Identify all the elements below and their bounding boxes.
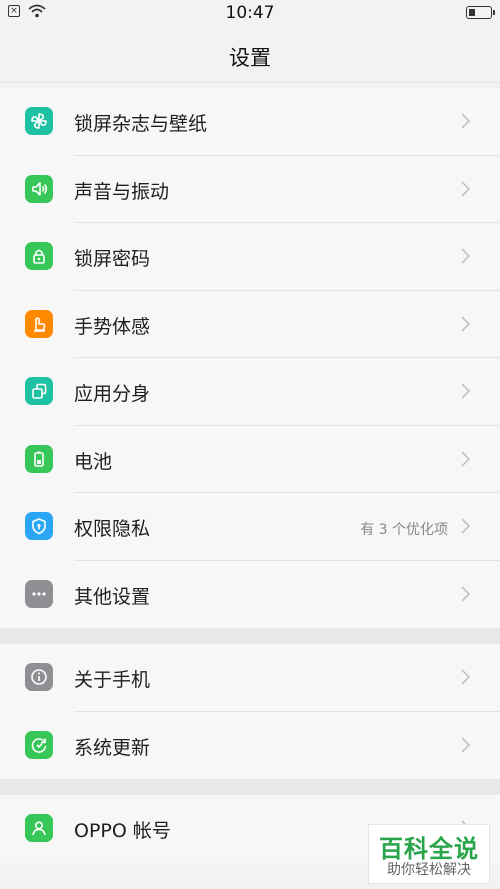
chevron-right-icon	[461, 585, 471, 602]
watermark-subtitle: 助你轻松解决	[387, 862, 471, 878]
settings-row-label: 其他设置	[74, 585, 151, 608]
settings-row-label: 手势体感	[74, 315, 151, 338]
battery-icon	[25, 444, 53, 473]
speaker-icon	[25, 174, 53, 203]
settings-row-label: 系统更新	[74, 736, 151, 759]
update-icon	[25, 730, 53, 759]
chevron-right-icon	[461, 736, 471, 753]
settings-list: 锁屏杂志与壁纸 声音与振动锁屏密码手势体感应用分身电池权限隐私 有 3 个优化项其他…	[0, 88, 500, 863]
lock-icon	[25, 242, 53, 270]
settings-row-label: 电池	[74, 450, 113, 473]
settings-row[interactable]: 电池	[0, 425, 500, 493]
settings-row[interactable]: 关于手机	[0, 644, 500, 712]
settings-row-label: 锁屏杂志与壁纸	[74, 113, 208, 135]
settings-row[interactable]: 应用分身	[0, 358, 500, 426]
settings-row-hint: 有 3 个优化项	[360, 522, 448, 538]
chevron-right-icon	[461, 518, 471, 534]
status-time: 10:47	[225, 3, 275, 23]
hand-icon	[25, 309, 53, 338]
settings-row-label: 权限隐私	[74, 518, 151, 540]
settings-row-label: OPPO 帐号	[74, 820, 171, 842]
settings-row[interactable]: 权限隐私 有 3 个优化项	[0, 493, 500, 561]
more-icon	[25, 579, 53, 608]
chevron-right-icon	[461, 248, 471, 264]
status-bar: × 10:47	[0, 0, 500, 28]
settings-row[interactable]: 系统更新	[0, 711, 500, 779]
pinwheel-icon	[25, 107, 53, 135]
chevron-right-icon	[461, 113, 471, 129]
chevron-right-icon	[461, 669, 471, 685]
settings-row[interactable]: 声音与振动	[0, 155, 500, 223]
section-separator	[0, 628, 500, 644]
battery-status-icon	[466, 6, 495, 19]
title-bar: 设置	[0, 28, 500, 83]
chevron-right-icon	[461, 450, 471, 467]
account-icon	[25, 814, 53, 842]
settings-row[interactable]: 其他设置	[0, 560, 500, 628]
info-icon	[25, 663, 53, 691]
settings-row[interactable]: 手势体感	[0, 290, 500, 358]
watermark-logo: 百科全说 助你轻松解决	[368, 824, 490, 884]
settings-row-label: 关于手机	[74, 669, 151, 691]
shield-icon	[25, 512, 53, 540]
settings-row-label: 应用分身	[74, 383, 151, 405]
page-title: 设置	[229, 46, 271, 70]
chevron-right-icon	[461, 180, 471, 197]
chevron-right-icon	[461, 383, 471, 399]
settings-row-label: 锁屏密码	[74, 248, 151, 270]
app-clone-icon	[25, 377, 53, 405]
settings-row-label: 声音与振动	[74, 180, 170, 203]
settings-row[interactable]: 锁屏杂志与壁纸	[0, 88, 500, 156]
settings-row[interactable]: 锁屏密码	[0, 223, 500, 291]
section-separator	[0, 779, 500, 795]
chevron-right-icon	[461, 315, 471, 332]
